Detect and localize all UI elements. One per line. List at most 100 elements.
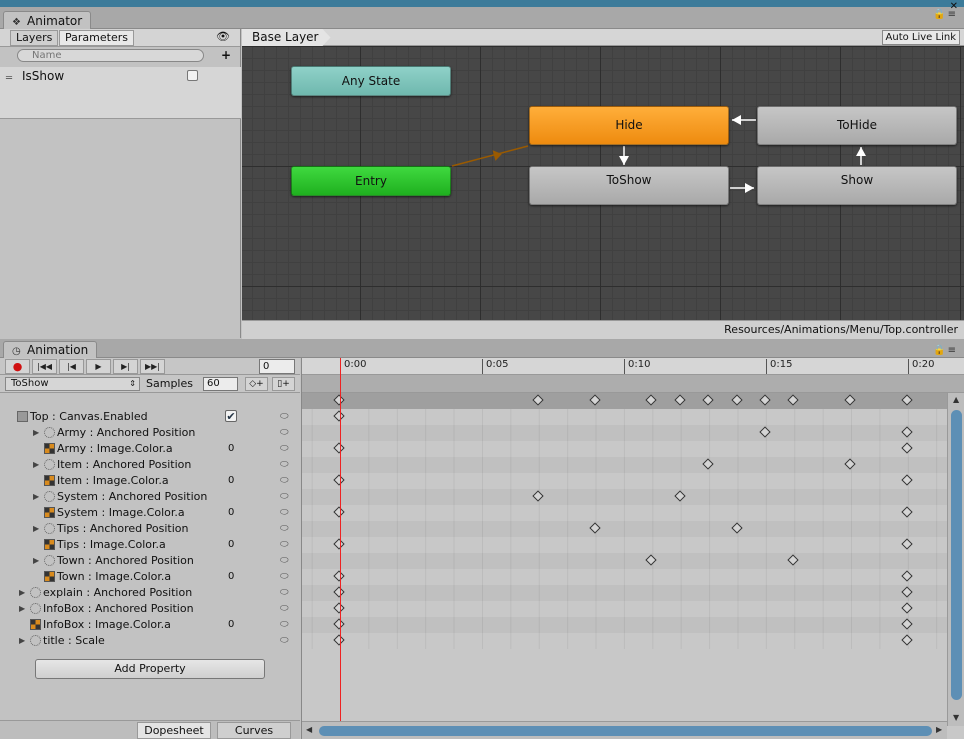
property-row[interactable]: Tips : Image.Color.a 0 ⬭ — [0, 537, 300, 553]
keyframe-toggle-icon[interactable]: ⬭ — [280, 425, 289, 441]
keyframe[interactable] — [901, 586, 913, 598]
property-value[interactable]: 0 — [228, 473, 234, 489]
transition-hide-to-toshow[interactable] — [619, 146, 629, 165]
summary-keyframe[interactable] — [730, 394, 743, 406]
property-value[interactable]: 0 — [228, 569, 234, 585]
keyframe-toggle-icon[interactable]: ⬭ — [280, 633, 289, 649]
timeline-row[interactable] — [302, 441, 947, 457]
keyframe[interactable] — [901, 442, 913, 454]
keyframe-toggle-icon[interactable]: ⬭ — [280, 585, 289, 601]
summary-keyframe[interactable] — [333, 394, 345, 406]
keyframe[interactable] — [333, 570, 345, 582]
vertical-scrollbar[interactable]: ▲ ▼ — [947, 393, 964, 726]
tab-dopesheet[interactable]: Dopesheet — [137, 722, 211, 739]
keyframe[interactable] — [588, 522, 601, 534]
transition-tohide-to-hide[interactable] — [732, 115, 756, 125]
tab-parameters[interactable]: Parameters — [59, 30, 134, 46]
expand-arrow-icon[interactable]: ▶ — [33, 457, 39, 473]
time-ruler[interactable]: 0:00 0:05 0:10 0:15 0:20 — [302, 358, 964, 375]
summary-keyframe[interactable] — [787, 394, 800, 406]
summary-key-row[interactable] — [302, 393, 947, 409]
state-any-state[interactable]: Any State — [291, 66, 451, 96]
keyframe[interactable] — [333, 410, 345, 422]
keyframe-toggle-icon[interactable]: ⬭ — [280, 537, 289, 553]
timeline-row[interactable] — [302, 489, 947, 505]
summary-keyframe[interactable] — [588, 394, 601, 406]
transition-toshow-to-show[interactable] — [730, 183, 754, 193]
expand-arrow-icon[interactable]: ▶ — [33, 489, 39, 505]
record-button[interactable]: ● — [5, 359, 30, 374]
property-value[interactable]: 0 — [228, 617, 234, 633]
animator-window-tab[interactable]: ❖ Animator — [3, 11, 92, 30]
property-row[interactable]: ▶ Tips : Anchored Position ⬭ — [0, 521, 300, 537]
timeline-row[interactable] — [302, 601, 947, 617]
timeline-row[interactable] — [302, 425, 947, 441]
property-row[interactable]: ▶ explain : Anchored Position ⬭ — [0, 585, 300, 601]
summary-keyframe[interactable] — [645, 394, 658, 406]
timeline-row[interactable] — [302, 457, 947, 473]
parameter-row[interactable]: ═ IsShow — [0, 67, 241, 119]
keyframe[interactable] — [674, 490, 686, 502]
tab-layers[interactable]: Layers — [10, 30, 59, 46]
timeline-row[interactable] — [302, 633, 947, 649]
animation-window-tab[interactable]: ◷ Animation — [3, 341, 98, 358]
state-entry[interactable]: Entry — [291, 166, 451, 196]
keyframe[interactable] — [901, 602, 913, 614]
property-row[interactable]: ▶ Town : Anchored Position ⬭ — [0, 553, 300, 569]
keyframe[interactable] — [759, 426, 771, 438]
property-row[interactable]: ▶ System : Anchored Position ⬭ — [0, 489, 300, 505]
property-row[interactable]: ▶ Item : Anchored Position ⬭ — [0, 457, 300, 473]
parameter-search-input[interactable] — [17, 49, 204, 62]
keyframe[interactable] — [787, 554, 800, 566]
add-parameter-icon[interactable]: + — [221, 48, 231, 62]
parameter-bool-checkbox[interactable] — [187, 70, 198, 81]
play-button[interactable]: ▶ — [86, 359, 111, 374]
keyframe[interactable] — [901, 474, 913, 486]
keyframe[interactable] — [901, 634, 913, 646]
timeline-row[interactable] — [302, 409, 947, 425]
property-row[interactable]: Town : Image.Color.a 0 ⬭ — [0, 569, 300, 585]
samples-input[interactable]: 60 — [203, 377, 238, 391]
keyframe[interactable] — [333, 538, 345, 550]
summary-keyframe[interactable] — [702, 394, 714, 406]
state-show[interactable]: Show — [757, 166, 957, 205]
animation-window-controls[interactable]: 🔒≡ — [933, 345, 958, 356]
property-row[interactable]: ▶ InfoBox : Anchored Position ⬭ — [0, 601, 300, 617]
timeline-row[interactable] — [302, 521, 947, 537]
keyframe[interactable] — [730, 522, 743, 534]
keyframe[interactable] — [333, 506, 345, 518]
property-row[interactable]: ▶ Army : Anchored Position ⬭ — [0, 425, 300, 441]
horizontal-scrollbar[interactable]: ◀ ▶ — [302, 721, 947, 739]
event-track[interactable] — [302, 375, 964, 393]
keyframe[interactable] — [844, 458, 856, 470]
transition-show-to-tohide[interactable] — [856, 147, 866, 165]
summary-keyframe[interactable] — [844, 394, 856, 406]
summary-keyframe[interactable] — [759, 394, 771, 406]
keyframe[interactable] — [645, 554, 658, 566]
keyframe-toggle-icon[interactable]: ⬭ — [280, 473, 289, 489]
expand-arrow-icon[interactable]: ▶ — [19, 633, 25, 649]
keyframe-toggle-icon[interactable]: ⬭ — [280, 553, 289, 569]
state-tohide[interactable]: ToHide — [757, 106, 957, 145]
keyframe[interactable] — [901, 570, 913, 582]
state-toshow[interactable]: ToShow — [529, 166, 729, 205]
keyframe-toggle-icon[interactable]: ⬭ — [280, 521, 289, 537]
scroll-down-icon[interactable]: ▼ — [953, 713, 959, 722]
frame-input[interactable]: 0 — [259, 359, 295, 374]
timeline-row[interactable] — [302, 505, 947, 521]
add-keyframe-button[interactable]: ◇+ — [245, 377, 268, 391]
playhead[interactable] — [340, 358, 341, 739]
timeline-row[interactable] — [302, 537, 947, 553]
last-keyframe-button[interactable]: ▶▶| — [140, 359, 165, 374]
eye-icon[interactable]: 👁 — [216, 30, 230, 43]
keyframe-toggle-icon[interactable]: ⬭ — [280, 601, 289, 617]
property-row[interactable]: Item : Image.Color.a 0 ⬭ — [0, 473, 300, 489]
property-row[interactable]: System : Image.Color.a 0 ⬭ — [0, 505, 300, 521]
first-keyframe-button[interactable]: |◀◀ — [32, 359, 57, 374]
scroll-up-icon[interactable]: ▲ — [953, 395, 959, 404]
property-value[interactable]: 0 — [228, 537, 234, 553]
clip-dropdown[interactable]: ToShow ⇕ — [5, 377, 140, 391]
expand-arrow-icon[interactable]: ▶ — [19, 585, 25, 601]
close-icon[interactable]: ✕ — [950, 1, 958, 12]
summary-keyframe[interactable] — [674, 394, 686, 406]
